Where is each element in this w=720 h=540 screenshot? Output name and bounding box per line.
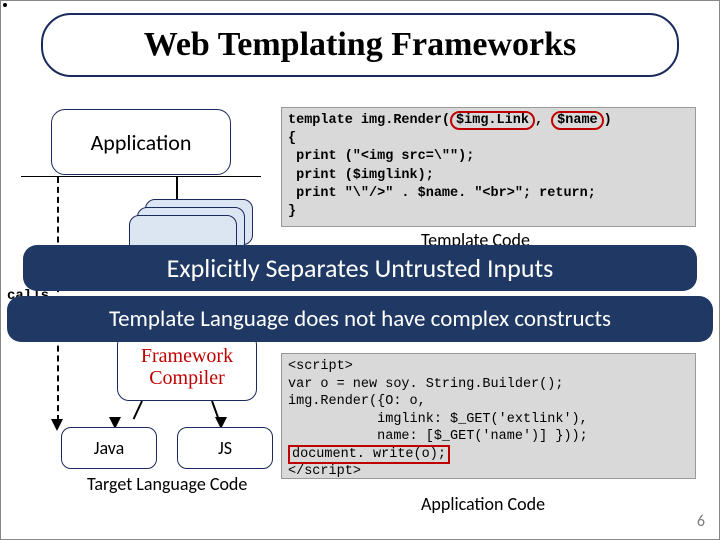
js-label: JS bbox=[218, 437, 232, 459]
slide: Web Templating Frameworks Application te… bbox=[0, 0, 720, 540]
banner-untrusted: Explicitly Separates Untrusted Inputs bbox=[23, 245, 697, 291]
template-code-block: template img.Render($img.Link, $name) { … bbox=[281, 107, 696, 227]
framework-line2: Compiler bbox=[149, 367, 225, 389]
banner2-text: Template Language does not have complex … bbox=[109, 305, 611, 333]
java-label: Java bbox=[94, 437, 125, 459]
arrow-line-java bbox=[133, 401, 143, 420]
title-box: Web Templating Frameworks bbox=[41, 13, 679, 77]
code-top-body: { print ("<img src=\""); print ($imglink… bbox=[288, 131, 596, 219]
application-code-label: Application Code bbox=[421, 493, 545, 515]
code-top-arg2: $name bbox=[551, 111, 604, 130]
target-lang-label: Target Language Code bbox=[87, 473, 247, 495]
code-bottom-post: </scr bbox=[288, 464, 329, 479]
code-bottom-post2: ipt> bbox=[329, 464, 361, 479]
application-label: Application bbox=[91, 129, 192, 156]
banner1-text: Explicitly Separates Untrusted Inputs bbox=[167, 252, 554, 284]
application-box: Application bbox=[51, 109, 231, 175]
page-number: 6 bbox=[697, 512, 705, 531]
code-top-suffix: ) bbox=[604, 113, 612, 128]
js-box: JS bbox=[177, 427, 273, 469]
code-bottom-highlight: document. write(o); bbox=[288, 445, 450, 464]
code-top-sep: , bbox=[535, 113, 551, 128]
dashed-arrow-head bbox=[51, 419, 63, 431]
framework-compiler-box: Framework Compiler bbox=[117, 333, 257, 401]
java-box: Java bbox=[61, 427, 157, 469]
code-top-prefix: template img.Render( bbox=[288, 113, 450, 128]
application-code-block: <script> var o = new soy. String.Builder… bbox=[281, 353, 696, 479]
code-top-arg1: $img.Link bbox=[450, 111, 535, 130]
code-bottom-pre: <script> var o = new soy. String.Builder… bbox=[288, 359, 588, 444]
banner-complex: Template Language does not have complex … bbox=[7, 296, 713, 342]
slide-title: Web Templating Frameworks bbox=[144, 26, 577, 64]
corner-dot bbox=[3, 3, 7, 7]
framework-line1: Framework bbox=[141, 345, 233, 367]
